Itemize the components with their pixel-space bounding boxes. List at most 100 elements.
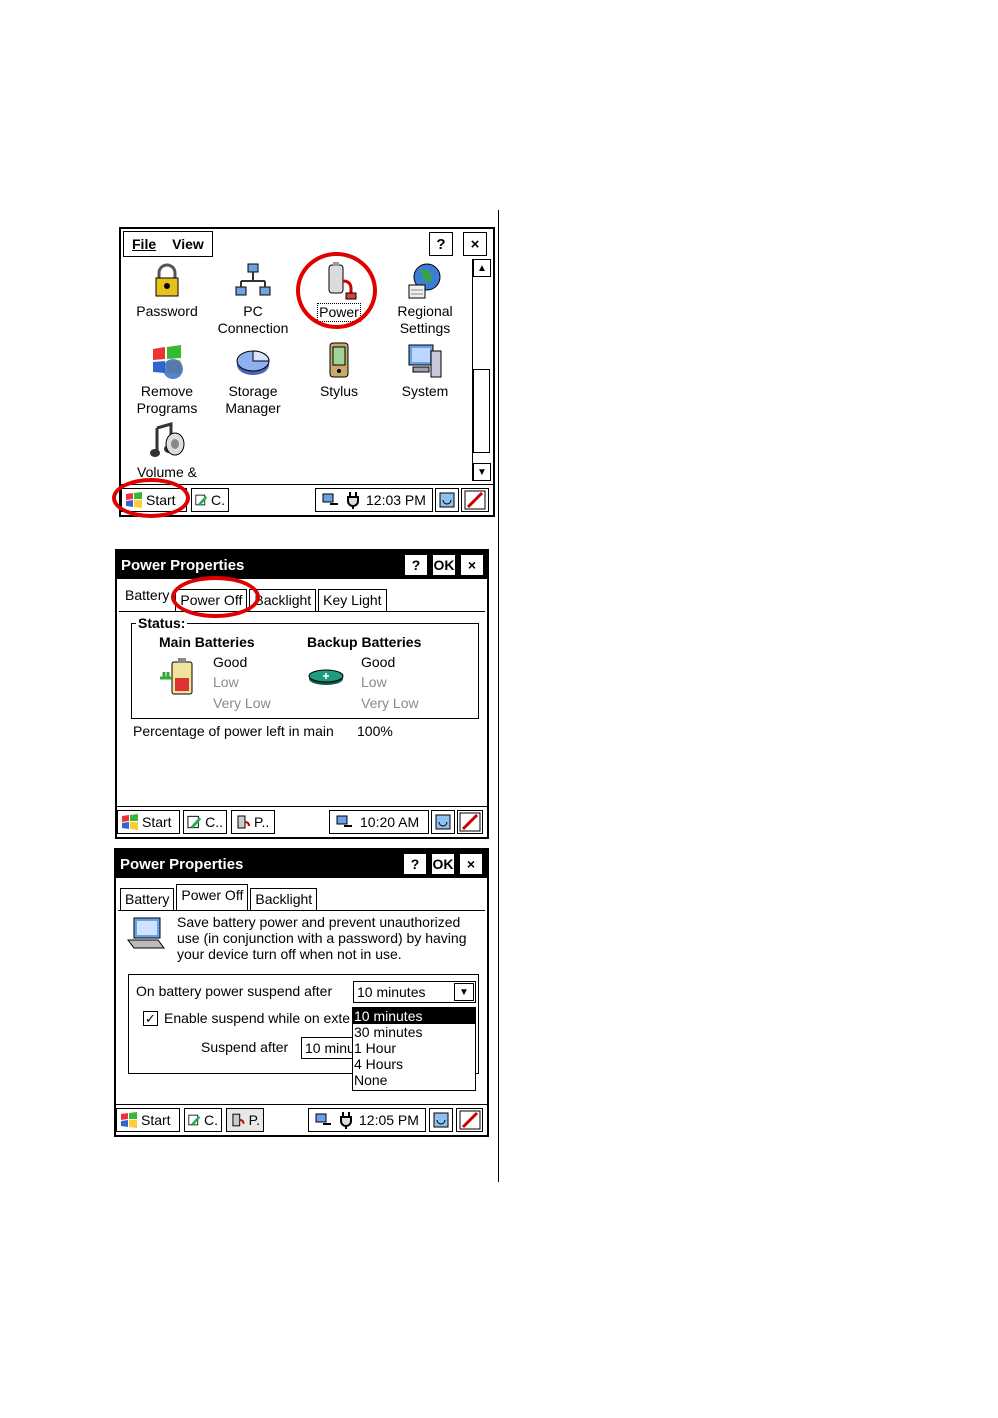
stylus-input-icon	[459, 812, 481, 832]
keyboard-button[interactable]	[457, 810, 483, 834]
desktop-icon	[433, 1112, 449, 1128]
scroll-down-button[interactable]: ▼	[473, 463, 491, 481]
option-none[interactable]: None	[353, 1072, 475, 1088]
lock-icon	[155, 263, 179, 297]
computer-icon	[408, 344, 442, 378]
storage-manager-item[interactable]: Storage Manager	[207, 341, 299, 417]
menu-bar: File View	[123, 231, 213, 257]
task-label: C..	[205, 814, 223, 830]
windows-flag-icon	[122, 814, 138, 830]
option-1-hour[interactable]: 1 Hour	[353, 1040, 475, 1056]
help-button[interactable]: ?	[429, 232, 453, 256]
network-icon	[235, 263, 271, 296]
suspend-after-dropdown[interactable]: 10 minu	[301, 1037, 357, 1059]
ok-button[interactable]: OK	[431, 853, 455, 875]
vertical-scrollbar[interactable]: ▲ ▼	[472, 259, 491, 481]
option-30-minutes[interactable]: 30 minutes	[353, 1024, 475, 1040]
desktop-button[interactable]	[429, 1108, 453, 1132]
suspend-options-list[interactable]: 10 minutes 30 minutes 1 Hour 4 Hours Non…	[352, 1007, 476, 1091]
tab-power-off[interactable]: Power Off	[176, 884, 249, 910]
task-label: P.	[248, 1112, 260, 1128]
start-label: Start	[142, 814, 172, 830]
tab-battery[interactable]: Battery	[120, 888, 175, 910]
taskbar: Start C.. P.. 10:20 AM	[117, 806, 487, 837]
menu-file[interactable]: File	[124, 236, 164, 252]
tab-backlight[interactable]: Backlight	[250, 888, 318, 910]
desktop-icon	[435, 814, 451, 830]
percentage-value: 100%	[357, 723, 393, 739]
globe-icon	[408, 263, 441, 299]
menu-view[interactable]: View	[164, 236, 212, 252]
option-10-minutes[interactable]: 10 minutes	[353, 1008, 475, 1024]
start-button[interactable]: Start	[117, 810, 180, 834]
scroll-thumb[interactable]	[473, 369, 490, 453]
icon-label: Volume &	[137, 464, 197, 480]
power-app-icon	[237, 815, 250, 829]
status-label: Status:	[136, 615, 188, 631]
help-button[interactable]: ?	[403, 853, 427, 875]
taskbar-app-button-1[interactable]: C.	[184, 1108, 222, 1132]
connection-icon	[315, 1113, 331, 1125]
icon-label: Regional Settings	[397, 303, 453, 336]
close-button[interactable]: ×	[463, 232, 487, 256]
windows-icon	[153, 345, 183, 379]
battery-plug-icon	[160, 658, 193, 695]
desktop-button[interactable]	[431, 810, 455, 834]
power-plug-icon	[340, 1112, 352, 1129]
suspend-battery-dropdown[interactable]: 10 minutes ▼	[353, 981, 476, 1003]
tab-key-light[interactable]: Key Light	[318, 589, 387, 611]
scroll-up-button[interactable]: ▲	[473, 259, 491, 277]
system-tray: 12:03 PM	[315, 488, 433, 512]
stylus-input-icon	[459, 1110, 480, 1130]
task-label: C.	[211, 492, 225, 508]
remove-programs-item[interactable]: Remove Programs	[121, 341, 213, 417]
window-title: Power Properties	[121, 556, 245, 574]
laptop-icon	[127, 917, 165, 949]
stylus-item[interactable]: Stylus	[293, 341, 385, 400]
tab-strip: Battery Power Off Backlight	[120, 884, 319, 912]
connection-icon	[336, 815, 352, 827]
icon-label: Password	[136, 303, 198, 319]
enable-suspend-checkbox[interactable]: ✓	[143, 1011, 158, 1026]
window-title: Power Properties	[120, 855, 244, 873]
close-button[interactable]: ×	[460, 554, 484, 576]
chevron-down-icon[interactable]: ▼	[454, 983, 474, 1001]
main-good-label: Good	[213, 654, 248, 670]
dropdown-value: 10 minu	[305, 1040, 355, 1056]
clock: 12:05 PM	[359, 1112, 419, 1128]
close-button[interactable]: ×	[459, 853, 483, 875]
taskbar-app-button[interactable]: C.	[191, 488, 229, 512]
speaker-icon	[150, 422, 185, 457]
suspend-battery-label: On battery power suspend after	[136, 983, 333, 999]
password-item[interactable]: Password	[121, 261, 213, 320]
taskbar-app-button-1[interactable]: C..	[183, 810, 227, 834]
task-label: C.	[204, 1112, 218, 1128]
main-batteries-heading: Main Batteries	[159, 634, 255, 650]
page-divider-line	[498, 210, 499, 1182]
icon-label: Storage Manager	[225, 383, 281, 416]
volume-item[interactable]: Volume &	[121, 422, 213, 481]
taskbar-app-button-2[interactable]: P..	[231, 810, 275, 834]
coin-battery-icon	[308, 669, 344, 685]
help-button[interactable]: ?	[404, 554, 428, 576]
tab-panel-divider	[118, 910, 485, 911]
tab-battery[interactable]: Battery	[121, 585, 174, 611]
option-4-hours[interactable]: 4 Hours	[353, 1056, 475, 1072]
keyboard-button[interactable]	[461, 488, 489, 512]
pda-icon	[329, 342, 349, 378]
icon-label: Remove Programs	[136, 383, 198, 416]
backup-low-label: Low	[361, 674, 387, 690]
taskbar-app-button-2[interactable]: P.	[226, 1108, 264, 1132]
system-item[interactable]: System	[379, 341, 471, 400]
backup-batteries-heading: Backup Batteries	[307, 634, 422, 650]
main-low-label: Low	[213, 674, 239, 690]
task-label: P..	[254, 814, 270, 830]
pc-connection-item[interactable]: PC Connection	[207, 261, 299, 337]
dropdown-value: 10 minutes	[357, 984, 426, 1000]
tab-panel-divider	[119, 611, 485, 612]
regional-settings-item[interactable]: Regional Settings	[379, 261, 471, 337]
keyboard-button[interactable]	[456, 1108, 483, 1132]
ok-button[interactable]: OK	[432, 554, 456, 576]
start-button[interactable]: Start	[116, 1108, 180, 1132]
desktop-button[interactable]	[435, 488, 459, 512]
